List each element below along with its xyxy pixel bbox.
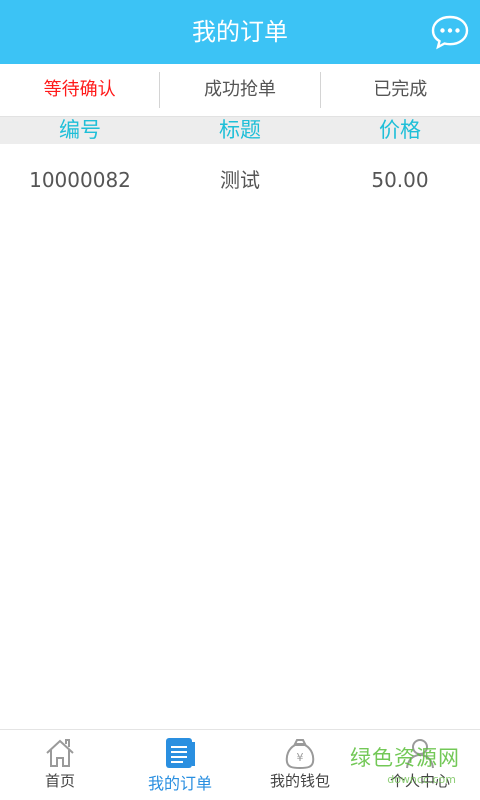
tabbar-label: 首页	[44, 772, 75, 790]
order-list-icon	[166, 738, 195, 768]
watermark-text: 绿色资源网	[350, 746, 460, 770]
column-header-number: 编号	[59, 118, 101, 142]
tabbar-label: 我的钱包	[269, 772, 330, 790]
tabbar-label: 我的订单	[147, 774, 212, 793]
order-status-tabs: 等待确认 成功抢单 已完成	[0, 64, 480, 117]
table-row[interactable]: 10000082 测试 50.00	[0, 160, 480, 200]
column-header-title: 标题	[219, 118, 261, 142]
money-bag-icon: ¥	[285, 739, 315, 770]
order-number: 10000082	[29, 168, 131, 192]
order-price: 50.00	[371, 168, 429, 192]
table-header: 编号 标题 价格	[0, 117, 480, 144]
svg-text:¥: ¥	[297, 751, 304, 764]
chat-button[interactable]	[430, 14, 470, 50]
home-icon	[46, 739, 74, 767]
chat-bubble-icon	[431, 15, 469, 50]
order-title: 测试	[220, 168, 260, 192]
tabbar-item-home[interactable]: 首页	[0, 730, 120, 800]
page-title: 我的订单	[192, 18, 288, 46]
tabbar-item-wallet[interactable]: ¥ 我的钱包	[240, 730, 360, 800]
tab-grabbed[interactable]: 成功抢单	[160, 64, 319, 116]
app-header: 我的订单	[0, 0, 480, 64]
watermark-url: downcc.com	[387, 773, 456, 786]
tab-pending[interactable]: 等待确认	[0, 64, 159, 116]
column-header-price: 价格	[379, 118, 421, 142]
tab-completed[interactable]: 已完成	[321, 64, 480, 116]
tabbar-item-orders[interactable]: 我的订单	[120, 730, 240, 800]
